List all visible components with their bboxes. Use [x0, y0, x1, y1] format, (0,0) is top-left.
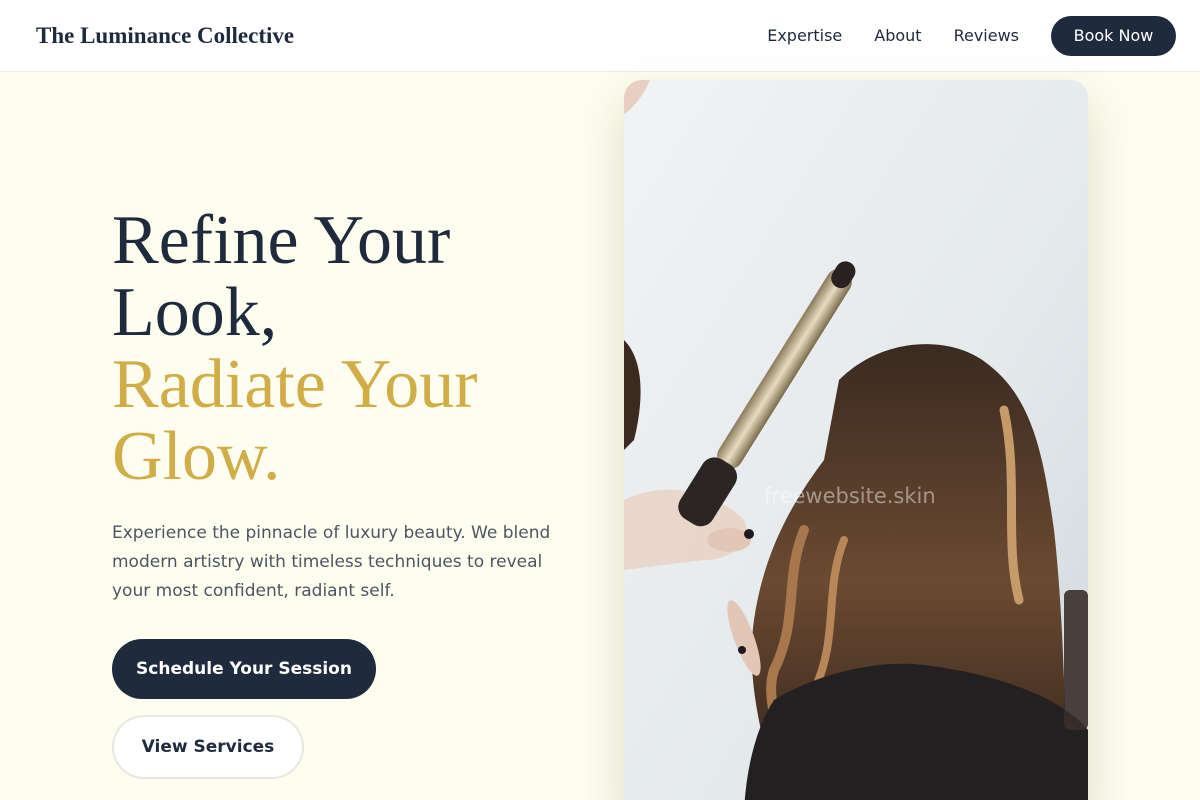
hero-title-line-1: Refine Your	[112, 202, 451, 279]
book-now-button[interactable]: Book Now	[1051, 15, 1176, 56]
hero-title-line-2: Look,	[112, 274, 278, 351]
main-nav: Expertise About Reviews Book Now	[767, 15, 1176, 56]
brand-logo[interactable]: The Luminance Collective	[36, 23, 294, 49]
nav-link-expertise[interactable]: Expertise	[767, 26, 842, 45]
hero-title: Refine Your Look, Radiate Your Glow.	[112, 205, 592, 493]
hair-styling-illustration	[624, 80, 1088, 800]
hero-title-accent-line-2: Glow.	[112, 418, 281, 495]
site-header: The Luminance Collective Expertise About…	[0, 0, 1200, 72]
hero-photo-hair-styling	[624, 80, 1088, 800]
hero-title-accent-line-1: Radiate Your	[112, 346, 478, 423]
hero-description: Experience the pinnacle of luxury beauty…	[112, 523, 551, 601]
schedule-session-button[interactable]: Schedule Your Session	[112, 639, 376, 699]
view-services-button[interactable]: View Services	[112, 715, 304, 779]
nav-link-reviews[interactable]: Reviews	[954, 26, 1019, 45]
image-watermark: freewebsite.skin	[764, 484, 936, 508]
nav-link-about[interactable]: About	[874, 26, 921, 45]
